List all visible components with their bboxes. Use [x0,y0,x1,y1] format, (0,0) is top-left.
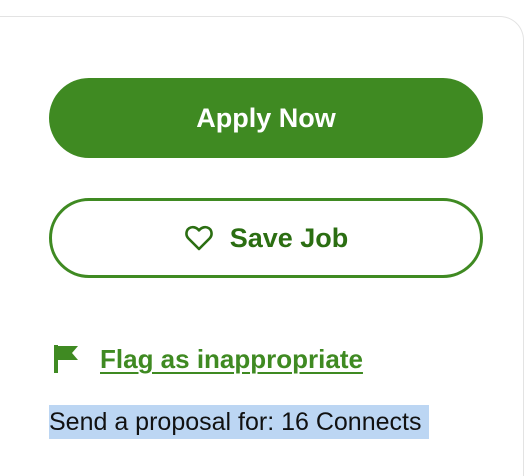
apply-now-label: Apply Now [196,102,336,133]
flag-inappropriate-link[interactable]: Flag as inappropriate [100,344,363,375]
heart-outline-icon [184,224,214,252]
flag-icon [52,343,80,375]
save-job-label: Save Job [229,222,349,253]
apply-now-button[interactable]: Apply Now [49,78,483,158]
save-job-button[interactable]: Save Job [49,198,483,278]
flag-row: Flag as inappropriate [52,340,363,378]
connects-cost-text: Send a proposal for: 16 Connects [49,405,430,439]
